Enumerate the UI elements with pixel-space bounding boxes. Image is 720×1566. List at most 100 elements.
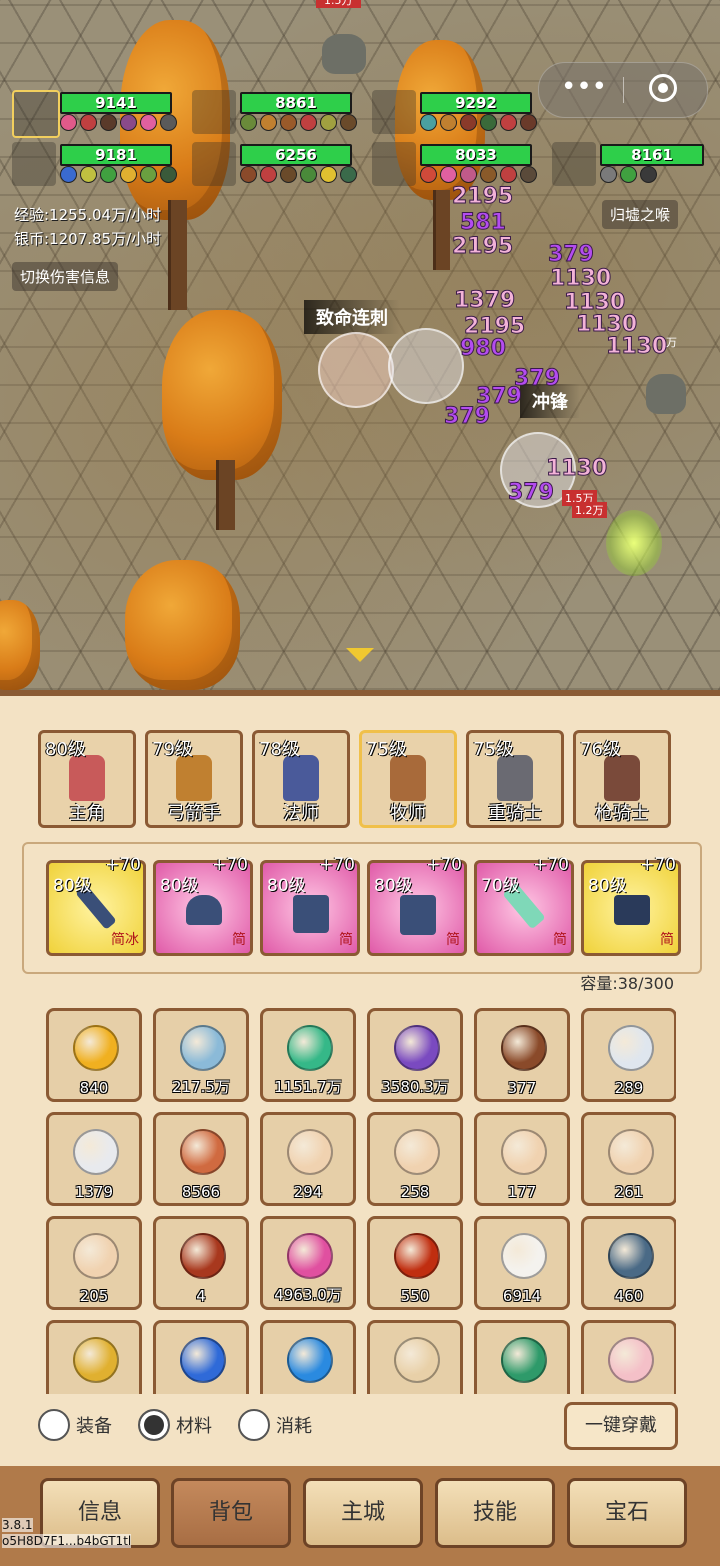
shield-icon	[608, 1233, 654, 1279]
item-count: 1379	[74, 1183, 114, 1201]
hero-slot[interactable]: 75级 牧师	[359, 730, 457, 828]
inventory-item-slot[interactable]: 4	[153, 1216, 249, 1310]
hero-slot[interactable]: 80级 主角	[38, 730, 136, 828]
hero-sprite	[390, 755, 426, 801]
buff-icons	[420, 114, 537, 131]
inventory-item-slot[interactable]	[367, 1320, 463, 1394]
hero-level: 80级	[45, 739, 86, 760]
equipment-slot-helmet[interactable]: 80级 +70 简	[153, 855, 253, 956]
item-count: 4	[196, 1287, 206, 1305]
close-miniprogram-icon[interactable]	[649, 74, 677, 102]
damage-number: 1130	[549, 266, 612, 292]
inventory-item-slot[interactable]: 377	[474, 1008, 570, 1102]
item-count: 258	[400, 1183, 430, 1201]
radio-icon	[38, 1409, 70, 1441]
inventory-item-slot[interactable]: 840	[46, 1008, 142, 1102]
party-member-card[interactable]: 9141	[12, 90, 177, 142]
green-orb-icon	[287, 1025, 333, 1071]
inventory-item-slot[interactable]: 261	[581, 1112, 676, 1206]
inventory-item-slot[interactable]: 3580.3万	[367, 1008, 463, 1102]
party-member-card[interactable]: 8161	[552, 142, 712, 194]
one-click-equip-button[interactable]: 一键穿戴	[564, 1402, 678, 1450]
hero-slot[interactable]: 76级 枪骑士	[573, 730, 671, 828]
inventory-item-slot[interactable]: 177	[474, 1112, 570, 1206]
hero-name: 弓箭手	[167, 803, 221, 824]
item-count: 840	[79, 1079, 109, 1097]
party-member-card[interactable]: 8861	[192, 90, 357, 142]
damage-number: 980	[460, 336, 507, 362]
equipment-slot-pants[interactable]: 80级 +70 简	[367, 855, 467, 956]
equipment-level: 80级	[160, 876, 199, 896]
inventory-item-slot[interactable]	[581, 1320, 676, 1394]
combat-bubble	[318, 332, 394, 408]
filter-materials[interactable]: 材料	[138, 1409, 212, 1441]
item-count: 261	[614, 1183, 644, 1201]
filter-label: 材料	[176, 1416, 212, 1437]
item-count: 177	[507, 1183, 537, 1201]
inventory-item-slot[interactable]	[474, 1320, 570, 1394]
hero-slot[interactable]: 78级 法师	[252, 730, 350, 828]
party-member-card[interactable]: 9181	[12, 142, 177, 194]
party-member-card[interactable]: 9292	[372, 90, 537, 142]
inventory-item-slot[interactable]	[260, 1320, 356, 1394]
damage-number: 581	[460, 210, 507, 236]
inventory-item-slot[interactable]: 460	[581, 1216, 676, 1310]
more-icon[interactable]: •••	[559, 74, 609, 105]
purple-crystal-icon	[394, 1025, 440, 1071]
capsule-divider	[623, 77, 624, 103]
equipment-slot-weapon[interactable]: 80级 +70 简冰	[46, 855, 146, 956]
equipment-slot-armor[interactable]: 80级 +70 简	[260, 855, 360, 956]
hero-name: 主角	[69, 803, 105, 824]
hero-slot[interactable]: 75级 重骑士	[466, 730, 564, 828]
inventory-item-slot[interactable]: 294	[260, 1112, 356, 1206]
hp-bar: 8033	[420, 144, 532, 166]
inventory-item-slot[interactable]: 205	[46, 1216, 142, 1310]
collapse-arrow-icon[interactable]	[346, 648, 374, 662]
equipment-slot-boots[interactable]: 80级 +70 简	[581, 855, 681, 956]
buff-icons	[60, 114, 177, 131]
filter-consumables[interactable]: 消耗	[238, 1409, 312, 1441]
hp-bar: 8161	[600, 144, 704, 166]
equipment-level: 80级	[374, 876, 413, 896]
party-avatar	[372, 142, 416, 186]
silver-rate: 银币:1207.85万/小时	[14, 230, 162, 248]
filter-label: 消耗	[276, 1416, 312, 1437]
inventory-item-slot[interactable]: 6914	[474, 1216, 570, 1310]
inventory-item-slot[interactable]: 258	[367, 1112, 463, 1206]
inventory-item-slot[interactable]	[153, 1320, 249, 1394]
item-count: 550	[400, 1287, 430, 1305]
nav-gems[interactable]: 宝石	[567, 1478, 687, 1548]
nav-city[interactable]: 主城	[303, 1478, 423, 1548]
party-member-card[interactable]: 6256	[192, 142, 357, 194]
location-label[interactable]: 归墟之喉	[602, 200, 679, 229]
toggle-damage-info-button[interactable]: 切换伤害信息	[12, 262, 119, 291]
inventory-item-slot[interactable]: 550	[367, 1216, 463, 1310]
equipment-level: 80级	[267, 876, 306, 896]
nav-bag[interactable]: 背包	[171, 1478, 291, 1548]
inventory-grid: 840 217.5万 1151.7万 3580.3万 377 289 1379 8566 294…	[46, 1008, 676, 1394]
inventory-item-slot[interactable]: 217.5万	[153, 1008, 249, 1102]
inventory-item-slot[interactable]: 8566	[153, 1112, 249, 1206]
equipment-plus: +70	[426, 855, 462, 875]
inventory-item-slot[interactable]: 1151.7万	[260, 1008, 356, 1102]
ore-icon	[180, 1129, 226, 1175]
filter-equipment[interactable]: 装备	[38, 1409, 112, 1441]
equipment-tag: 简	[660, 932, 674, 948]
inventory-item-slot[interactable]: 4963.0万	[260, 1216, 356, 1310]
hero-slot[interactable]: 79级 弓箭手	[145, 730, 243, 828]
eye-icon	[501, 1337, 547, 1383]
item-count: 294	[293, 1183, 323, 1201]
equipment-tag: 简冰	[111, 932, 139, 948]
inventory-item-slot[interactable]: 289	[581, 1008, 676, 1102]
inventory-item-slot[interactable]: 1379	[46, 1112, 142, 1206]
ice-cream-icon	[608, 1337, 654, 1383]
buff-icons	[420, 166, 537, 183]
radio-icon	[238, 1409, 270, 1441]
equipment-slot-accessory[interactable]: 70级 +70 简	[474, 855, 574, 956]
nav-skills[interactable]: 技能	[435, 1478, 555, 1548]
inventory-item-slot[interactable]	[46, 1320, 142, 1394]
hero-name: 牧师	[390, 803, 426, 824]
party-avatar	[12, 142, 56, 186]
hero-sprite	[283, 755, 319, 801]
hp-bar: 9141	[60, 92, 172, 114]
